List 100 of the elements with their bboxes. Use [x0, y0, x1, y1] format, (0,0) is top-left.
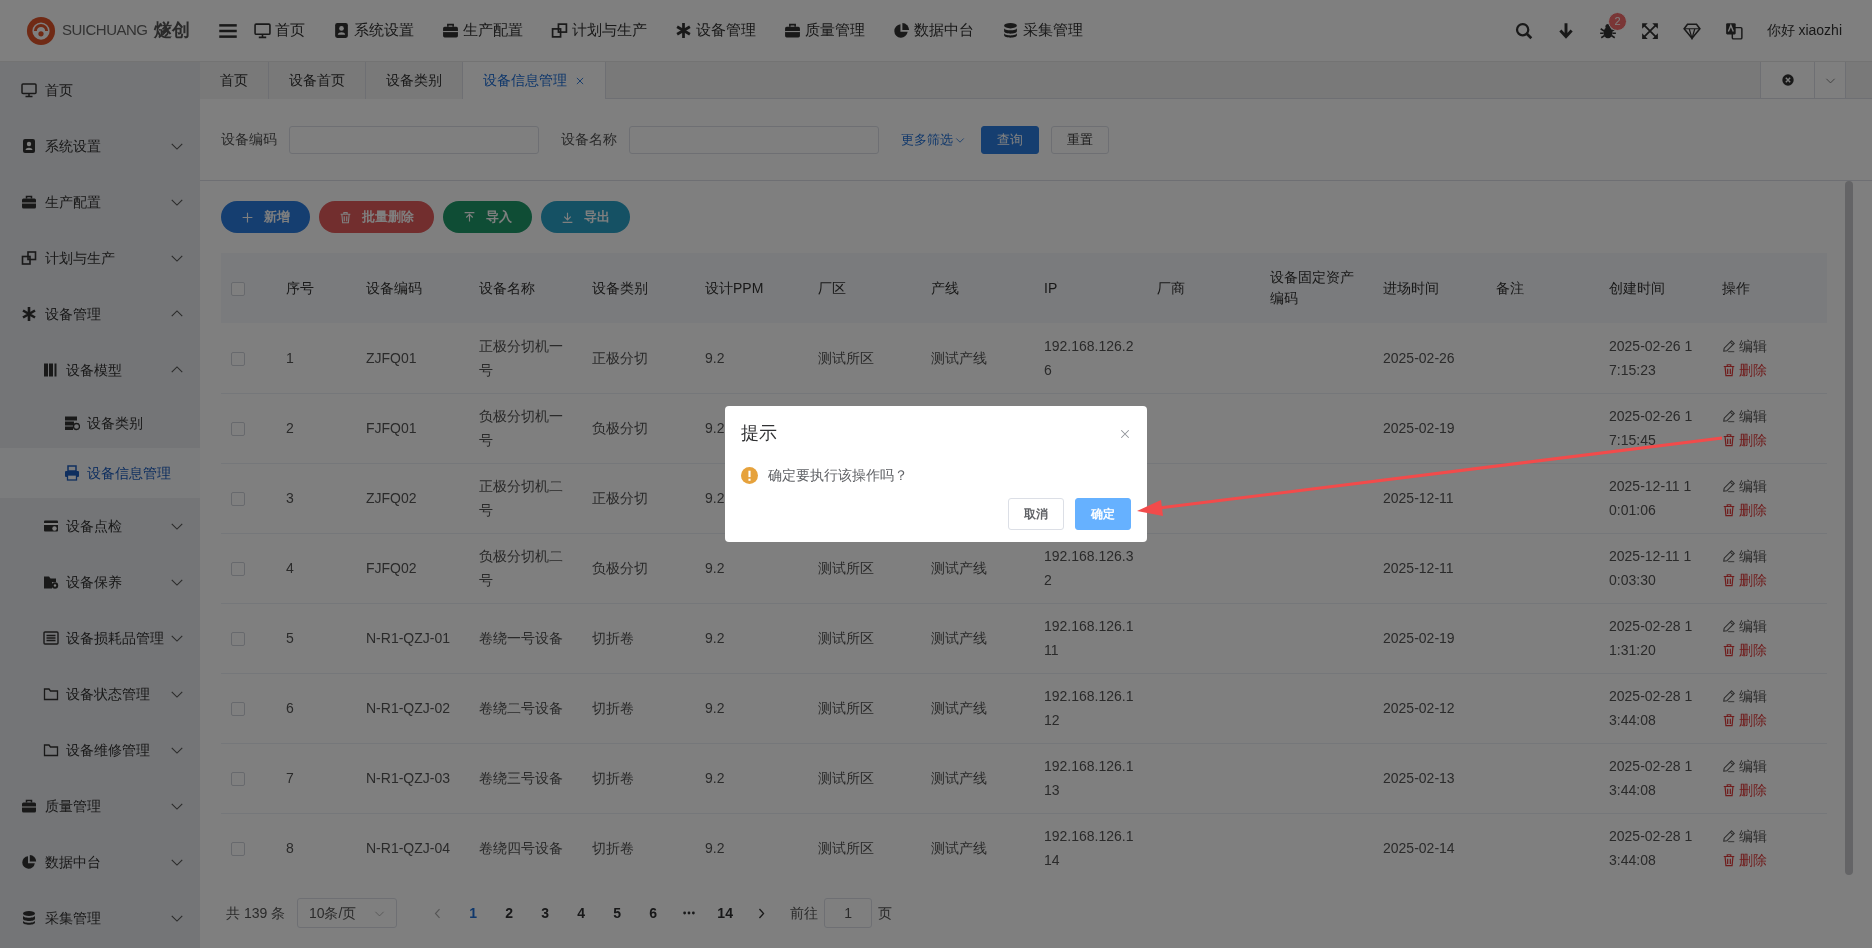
sidebar-item[interactable]: 计划与生产 [0, 230, 200, 286]
table-cell: 2025-02-28 13:44:08 [1609, 758, 1693, 798]
edit-link[interactable]: 编辑 [1722, 824, 1767, 848]
batch-delete-button[interactable]: 批量删除 [319, 201, 434, 233]
edit-link[interactable]: 编辑 [1722, 474, 1767, 498]
table-cell: 2025-02-28 13:44:08 [1609, 828, 1693, 868]
table-cell: 9.2 [705, 349, 725, 366]
trash-icon [1722, 503, 1736, 517]
checkbox[interactable] [231, 702, 245, 717]
edit-link[interactable]: 编辑 [1722, 404, 1767, 428]
delete-link[interactable]: 删除 [1722, 638, 1767, 662]
nav-menu-item[interactable]: 生产配置 [442, 19, 523, 42]
briefcase-icon [21, 194, 37, 210]
sidebar-item[interactable]: 设备信息管理 [0, 448, 200, 498]
upload-icon [463, 210, 476, 224]
edit-link[interactable]: 编辑 [1722, 333, 1767, 358]
delete-link[interactable]: 删除 [1722, 708, 1767, 732]
sidebar-item[interactable]: 采集管理 [0, 890, 200, 946]
sidebar-item[interactable]: 设备点检 [0, 498, 200, 554]
diamond-button[interactable] [1682, 21, 1701, 40]
table-cell: 2025-02-19 [1383, 420, 1455, 436]
nav-menu-item[interactable]: 采集管理 [1002, 19, 1083, 42]
delete-link[interactable]: 删除 [1722, 568, 1767, 592]
page-tab[interactable]: 设备首页 [269, 62, 366, 99]
fullscreen-button[interactable] [1640, 21, 1659, 40]
pencil-icon [1722, 479, 1736, 493]
close-icon[interactable] [575, 75, 585, 86]
export-button[interactable]: 导出 [541, 201, 630, 233]
page-number[interactable]: 1 [461, 898, 486, 928]
server-icon [64, 415, 80, 431]
nav-menu-item[interactable]: 系统设置 [333, 19, 414, 42]
sidebar-item[interactable]: 数据中台 [0, 834, 200, 890]
checkbox[interactable] [231, 492, 245, 507]
page-number[interactable]: 5 [605, 898, 630, 928]
more-filters-link[interactable]: 更多筛选 [901, 129, 965, 150]
edit-link[interactable]: 编辑 [1722, 754, 1767, 778]
checkbox[interactable] [231, 632, 245, 647]
nav-menu-item[interactable]: 设备管理 [675, 19, 756, 42]
search-button[interactable] [1514, 21, 1533, 40]
table-cell: ZJFQ02 [366, 490, 417, 506]
sidebar-item[interactable]: 设备状态管理 [0, 666, 200, 722]
nav-menu-item[interactable]: 计划与生产 [551, 19, 647, 42]
page-number[interactable]: 2 [497, 898, 522, 928]
edit-link[interactable]: 编辑 [1722, 544, 1767, 568]
download-button[interactable] [1556, 21, 1575, 40]
scrollbar[interactable] [1845, 181, 1853, 875]
delete-link[interactable]: 删除 [1722, 357, 1767, 382]
sidebar-item[interactable]: 首页 [0, 62, 200, 118]
user-greeting[interactable]: 你好 xiaozhi [1766, 20, 1842, 41]
delete-link[interactable]: 删除 [1722, 498, 1767, 522]
logo-text: SUICHUANG [62, 20, 148, 41]
checkbox[interactable] [231, 562, 245, 577]
edit-link[interactable]: 编辑 [1722, 684, 1767, 708]
sidebar-item[interactable]: 质量管理 [0, 778, 200, 834]
page-tab[interactable]: 设备类别 [366, 62, 463, 99]
delete-link[interactable]: 删除 [1722, 428, 1767, 452]
table-cell: 6 [286, 700, 294, 716]
nav-menu-item[interactable]: 数据中台 [893, 19, 974, 42]
page-number[interactable]: 6 [641, 898, 666, 928]
page-tab[interactable]: 设备信息管理 [463, 62, 606, 99]
tabs-dropdown-button[interactable] [1815, 62, 1845, 98]
sidebar-item[interactable]: 设备管理 [0, 286, 200, 342]
checkbox[interactable] [231, 842, 245, 857]
table-cell: 2025-02-14 [1383, 840, 1455, 856]
table-cell: 192.168.126.114 [1044, 828, 1134, 868]
delete-link[interactable]: 删除 [1722, 778, 1767, 802]
table-cell: 测试所区 [818, 770, 874, 786]
sidebar-item[interactable]: 设备类别 [0, 398, 200, 448]
close-button[interactable] [1119, 427, 1131, 440]
folder-icon [43, 686, 59, 702]
page-number[interactable]: 3 [533, 898, 558, 928]
page-tab[interactable]: 首页 [200, 62, 269, 99]
page-size-select[interactable]: 10条/页 [297, 898, 398, 928]
sidebar-item[interactable]: 设备保养 [0, 554, 200, 610]
table-cell: 正极分切机二号 [479, 478, 563, 518]
close-tabs-button[interactable] [1761, 62, 1815, 98]
page-input[interactable]: 1 [824, 898, 873, 928]
sidebar-item[interactable]: 系统设置 [0, 118, 200, 174]
search-button[interactable]: 查询 [981, 125, 1039, 154]
checkbox[interactable] [231, 281, 245, 296]
checkbox[interactable] [231, 352, 245, 367]
nav-menu-item[interactable]: 质量管理 [784, 19, 865, 42]
sidebar-item[interactable]: 设备损耗品管理 [0, 610, 200, 666]
checkbox[interactable] [231, 772, 245, 787]
checkbox[interactable] [231, 422, 245, 437]
sidebar-item[interactable]: 生产配置 [0, 174, 200, 230]
edit-link[interactable]: 编辑 [1722, 614, 1767, 638]
sidebar-item[interactable]: 设备维修管理 [0, 722, 200, 778]
delete-link[interactable]: 删除 [1722, 848, 1767, 872]
cancel-button[interactable]: 取消 [1008, 498, 1064, 530]
confirm-button[interactable]: 确定 [1075, 498, 1131, 530]
page-number[interactable]: 14 [713, 898, 738, 928]
nav-menu-item[interactable]: 首页 [254, 19, 305, 42]
sidebar-item[interactable]: 设备模型 [0, 342, 200, 398]
language-button[interactable] [1724, 21, 1743, 40]
reset-button[interactable]: 重置 [1051, 125, 1109, 154]
page-number[interactable]: 4 [569, 898, 594, 928]
table-cell: 2025-02-12 [1383, 700, 1455, 716]
add-button[interactable]: 新增 [221, 201, 310, 233]
import-button[interactable]: 导入 [443, 201, 532, 233]
